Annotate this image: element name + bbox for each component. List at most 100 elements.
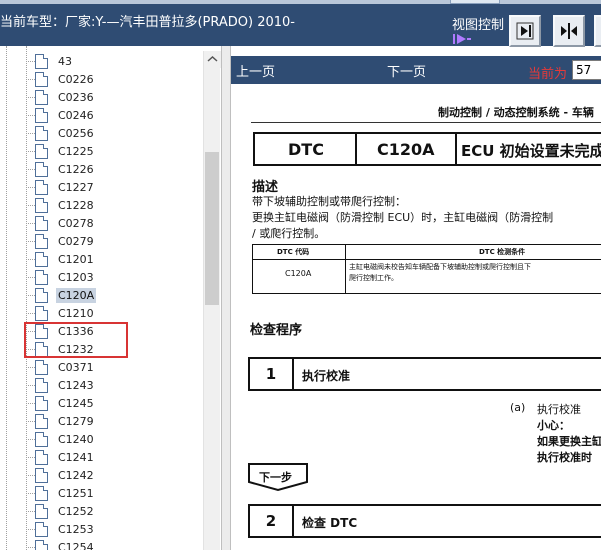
tree-item[interactable]: C1226: [26, 161, 196, 179]
tree-item[interactable]: C1251: [26, 485, 196, 503]
document-icon: [35, 288, 48, 303]
tree-item-label: C1241: [58, 451, 94, 464]
tree-connector: [26, 529, 35, 530]
tree-item[interactable]: C1252: [26, 503, 196, 521]
tree-item[interactable]: C1203: [26, 269, 196, 287]
manual-page: 制动控制 / 动态控制系统 - 车辆 DTC C120A ECU 初始设置未完成…: [231, 84, 601, 550]
tree-connector: [26, 259, 35, 260]
scroll-thumb[interactable]: [205, 152, 219, 305]
tree-connector: [26, 313, 35, 314]
tree-item[interactable]: C1225: [26, 143, 196, 161]
tree-connector: [26, 295, 35, 296]
tree-connector: [26, 385, 35, 386]
tree-item-label: C1243: [58, 379, 94, 392]
tree-connector: [26, 277, 35, 278]
document-icon: [35, 54, 48, 69]
tree-connector: [26, 457, 35, 458]
tree-item[interactable]: C0371: [26, 359, 196, 377]
tree-item[interactable]: C0246: [26, 107, 196, 125]
title-bar: 当前车型：厂家:Y-—汽丰田普拉多(PRADO) 2010- 视图控制: [0, 4, 601, 47]
expand-right-button[interactable]: [509, 15, 541, 47]
tree-item[interactable]: C1241: [26, 449, 196, 467]
split-view-button[interactable]: [553, 15, 585, 47]
tree-connector: [26, 97, 35, 98]
next-page-link[interactable]: 下一页: [387, 61, 426, 80]
tree-item-label: C1336: [58, 325, 94, 338]
caution-text: 如果更换主缸: [537, 435, 601, 448]
view-control-icon: [453, 34, 471, 44]
tree-item[interactable]: C1201: [26, 251, 196, 269]
tree-item[interactable]: C1242: [26, 467, 196, 485]
tree-item[interactable]: C1228: [26, 197, 196, 215]
tree-item-label: 43: [58, 55, 72, 68]
table-cell-condition: 主缸电磁阀未校告知车辆配备下坡辅助控制或爬行控制且下: [349, 263, 531, 271]
expand-left-button[interactable]: [594, 15, 601, 47]
tree-item-label: C1227: [58, 181, 94, 194]
step-title: 检查 DTC: [302, 516, 358, 530]
tree-item-label: C0256: [58, 127, 94, 140]
tree-item-label: C1251: [58, 487, 94, 500]
step-box-2: 2 检查 DTC: [248, 504, 601, 538]
step-number: 1: [250, 359, 294, 389]
tree-item[interactable]: C1240: [26, 431, 196, 449]
document-icon: [35, 504, 48, 519]
tree-item[interactable]: C1336: [26, 323, 196, 341]
document-icon: [35, 162, 48, 177]
tree-item[interactable]: C1243: [26, 377, 196, 395]
tree-item[interactable]: C0236: [26, 89, 196, 107]
dtc-tree: 43 C0226 C0236 C0246 C0256 C1225 C1226 C1227 C12…: [0, 46, 221, 550]
tree-item[interactable]: 43: [26, 53, 196, 71]
current-page-label: 当前为: [528, 67, 568, 82]
tree-item[interactable]: C0279: [26, 233, 196, 251]
tree-item[interactable]: C1254: [26, 539, 196, 550]
document-icon: [35, 252, 48, 267]
tree-scrollbar[interactable]: [203, 51, 221, 550]
split-arrows-icon: [561, 23, 577, 39]
table-cell-code: C120A: [285, 269, 312, 278]
document-icon: [35, 306, 48, 321]
dtc-condition-table: DTC 代码 DTC 检测条件 C120A 主缸电磁阀未校告知车辆配备下坡辅助控…: [252, 244, 601, 294]
tree-item[interactable]: C1232: [26, 341, 196, 359]
tree-item[interactable]: C1227: [26, 179, 196, 197]
document-icon: [35, 216, 48, 231]
tree-connector: [26, 223, 35, 224]
dtc-title-box: DTC C120A ECU 初始设置未完成: [253, 132, 601, 166]
tree-connector: [26, 493, 35, 494]
tree-item[interactable]: C0226: [26, 71, 196, 89]
table-col-divider: [345, 245, 346, 293]
substep-text: 执行校准: [537, 403, 581, 416]
description-line: / 或爬行控制。: [252, 227, 326, 240]
tree-connector: [26, 475, 35, 476]
table-header-code: DTC 代码: [277, 248, 310, 256]
inspection-heading: 检查程序: [250, 323, 303, 338]
tree-item[interactable]: C1279: [26, 413, 196, 431]
next-step-marker: 下一步: [247, 462, 309, 492]
tree-item[interactable]: C1245: [26, 395, 196, 413]
document-icon: [35, 234, 48, 249]
document-icon: [35, 72, 48, 87]
tree-item[interactable]: C1253: [26, 521, 196, 539]
model-title: 当前车型：厂家:Y-—汽丰田普拉多(PRADO) 2010-: [0, 15, 296, 30]
tree-item-label: C1245: [58, 397, 94, 410]
tree-item[interactable]: C1210: [26, 305, 196, 323]
arrow-right-bar-icon: [516, 22, 534, 40]
tree-item[interactable]: C0278: [26, 215, 196, 233]
document-icon: [35, 342, 48, 357]
tree-item-label: C0279: [58, 235, 94, 248]
tree-item-label: C1232: [58, 343, 94, 356]
prev-page-link[interactable]: 上一页: [236, 61, 275, 80]
step-number: 2: [250, 506, 294, 536]
tree-connector: [26, 205, 35, 206]
tree-item[interactable]: C0256: [26, 125, 196, 143]
tree-connector: [26, 331, 35, 332]
panel-splitter[interactable]: [221, 46, 231, 550]
tree-connector: [26, 349, 35, 350]
scroll-up-button[interactable]: [204, 51, 221, 68]
tree-item[interactable]: C120A: [26, 287, 196, 305]
page-number-input[interactable]: [572, 60, 601, 80]
tree-connector: [26, 133, 35, 134]
tree-item-label: C0236: [58, 91, 94, 104]
tree-item-label: C1226: [58, 163, 94, 176]
tree-item-label: C1203: [58, 271, 94, 284]
dtc-label: DTC: [288, 140, 324, 159]
